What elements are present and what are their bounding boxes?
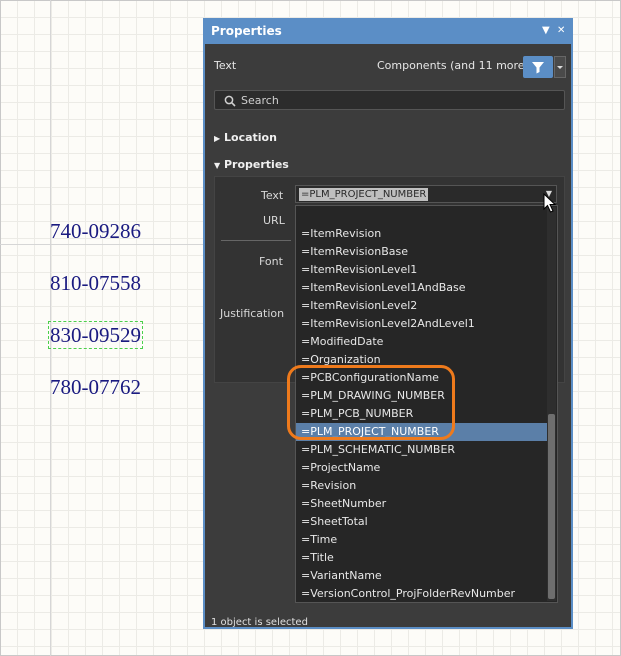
dropdown-item[interactable]: =Revision <box>296 477 547 495</box>
canvas-text-1[interactable]: 740-09286 <box>50 219 141 243</box>
dropdown-scrollbar[interactable] <box>547 207 556 601</box>
dropdown-item[interactable]: =Title <box>296 549 547 567</box>
dropdown-item[interactable]: =SheetNumber <box>296 495 547 513</box>
dropdown-item[interactable]: =ItemRevision <box>296 225 547 243</box>
dropdown-item[interactable]: =PCBConfigurationName <box>296 369 547 387</box>
text-value-dropdown-list[interactable]: =ItemRevision =ItemRevisionBase =ItemRevis… <box>295 205 558 603</box>
dropdown-item[interactable]: =ItemRevisionLevel1AndBase <box>296 279 547 297</box>
dropdown-item[interactable]: =Time <box>296 531 547 549</box>
dropdown-item[interactable]: =ItemRevisionLevel2AndLevel1 <box>296 315 547 333</box>
justification-property-label: Justification <box>220 307 285 320</box>
canvas-text-2[interactable]: 810-07558 <box>50 271 141 295</box>
dropdown-item[interactable]: =ItemRevisionLevel2 <box>296 297 547 315</box>
search-placeholder: Search <box>241 94 279 107</box>
dropdown-item[interactable]: =ProjectName <box>296 459 547 477</box>
section-properties-label: Properties <box>224 158 289 171</box>
dropdown-item[interactable]: =SheetTotal <box>296 513 547 531</box>
status-text: 1 object is selected <box>211 617 308 628</box>
chevron-right-icon: ▶ <box>214 134 221 143</box>
url-property-label: URL <box>263 214 285 227</box>
caret-down-icon <box>557 66 563 69</box>
text-value: =PLM_PROJECT_NUMBER <box>299 188 429 201</box>
search-input[interactable]: Search <box>214 90 565 110</box>
canvas-text-selected[interactable]: 830-09529 <box>48 321 143 349</box>
filter-icon <box>532 62 544 74</box>
filter-dropdown-button[interactable] <box>554 56 566 78</box>
close-icon[interactable]: ✕ <box>557 24 565 38</box>
property-divider <box>221 240 291 241</box>
mouse-cursor-icon <box>543 193 557 213</box>
search-icon <box>224 95 236 107</box>
section-location-label: Location <box>224 131 277 144</box>
properties-panel: Properties ▼ ✕ Text Components (and 11 m… <box>203 18 573 629</box>
canvas-guide-horizontal <box>0 244 205 245</box>
canvas-text-4[interactable]: 780-07762 <box>50 375 141 399</box>
panel-title: Properties <box>211 24 282 38</box>
dropdown-item[interactable]: =VersionControl_ProjFolderRevNumber <box>296 585 547 602</box>
object-type-label: Text <box>214 59 237 72</box>
dropdown-item[interactable]: =ItemRevisionLevel1 <box>296 261 547 279</box>
section-location[interactable]: ▶ Location <box>214 131 277 144</box>
dropdown-scroll-thumb[interactable] <box>548 414 555 599</box>
dropdown-item[interactable]: =PLM_SCHEMATIC_NUMBER <box>296 441 547 459</box>
dropdown-item[interactable]: =PLM_PCB_NUMBER <box>296 405 547 423</box>
font-property-label: Font <box>259 255 283 268</box>
panel-titlebar[interactable]: Properties ▼ ✕ <box>205 20 571 44</box>
filter-button[interactable] <box>523 56 553 78</box>
dropdown-item[interactable]: =ModifiedDate <box>296 333 547 351</box>
dropdown-item[interactable]: =Organization <box>296 351 547 369</box>
dropdown-item[interactable]: =PLM_PROJECT_NUMBER <box>296 423 547 441</box>
dropdown-item[interactable]: =ItemRevisionBase <box>296 243 547 261</box>
dropdown-item[interactable]: =PLM_DRAWING_NUMBER <box>296 387 547 405</box>
section-properties[interactable]: ▼ Properties <box>214 158 289 171</box>
dropdown-item[interactable]: =VariantName <box>296 567 547 585</box>
chevron-down-icon: ▼ <box>214 161 221 170</box>
text-value-combobox[interactable]: =PLM_PROJECT_NUMBER ▼ <box>295 185 557 203</box>
filter-scope-label: Components (and 11 more) <box>377 59 529 72</box>
text-property-label: Text <box>261 189 284 202</box>
chevron-down-icon[interactable]: ▼ <box>542 24 550 38</box>
